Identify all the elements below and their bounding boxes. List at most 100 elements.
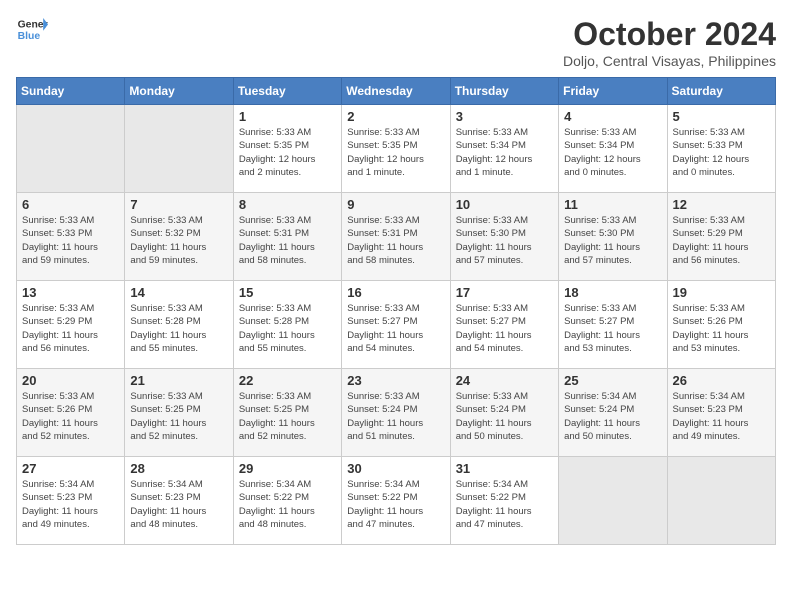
day-number: 30	[347, 461, 444, 476]
calendar-cell: 26 Sunrise: 5:34 AM Sunset: 5:23 PM Dayli…	[667, 369, 775, 457]
calendar-cell: 7 Sunrise: 5:33 AM Sunset: 5:32 PM Daylig…	[125, 193, 233, 281]
calendar-cell: 11Sunrise: 5:33 AM Sunset: 5:30 PM Dayli…	[559, 193, 667, 281]
header-cell-monday: Monday	[125, 78, 233, 105]
calendar-cell: 19Sunrise: 5:33 AM Sunset: 5:26 PM Dayli…	[667, 281, 775, 369]
header-cell-sunday: Sunday	[17, 78, 125, 105]
day-info: Sunrise: 5:33 AM Sunset: 5:28 PM Dayligh…	[130, 302, 227, 355]
page-header: General Blue October 2024 Doljo, Central…	[16, 16, 776, 69]
day-number: 18	[564, 285, 661, 300]
calendar-cell: 1 Sunrise: 5:33 AM Sunset: 5:35 PM Daylig…	[233, 105, 341, 193]
calendar-table: SundayMondayTuesdayWednesdayThursdayFrid…	[16, 77, 776, 545]
calendar-cell: 31Sunrise: 5:34 AM Sunset: 5:22 PM Dayli…	[450, 457, 558, 545]
day-number: 19	[673, 285, 770, 300]
day-info: Sunrise: 5:33 AM Sunset: 5:34 PM Dayligh…	[564, 126, 661, 179]
day-number: 2	[347, 109, 444, 124]
calendar-cell: 24Sunrise: 5:33 AM Sunset: 5:24 PM Dayli…	[450, 369, 558, 457]
header-cell-friday: Friday	[559, 78, 667, 105]
calendar-cell: 9Sunrise: 5:33 AM Sunset: 5:31 PM Daylig…	[342, 193, 450, 281]
day-info: Sunrise: 5:34 AM Sunset: 5:24 PM Dayligh…	[564, 390, 661, 443]
day-info: Sunrise: 5:33 AM Sunset: 5:32 PM Dayligh…	[130, 214, 227, 267]
logo-icon: General Blue	[16, 16, 48, 44]
day-number: 10	[456, 197, 553, 212]
calendar-cell: 22 Sunrise: 5:33 AM Sunset: 5:25 PM Dayli…	[233, 369, 341, 457]
month-title: October 2024	[563, 16, 776, 53]
week-row-0: 1 Sunrise: 5:33 AM Sunset: 5:35 PM Daylig…	[17, 105, 776, 193]
calendar-cell: 3 Sunrise: 5:33 AM Sunset: 5:34 PM Daylig…	[450, 105, 558, 193]
day-info: Sunrise: 5:33 AM Sunset: 5:29 PM Dayligh…	[22, 302, 119, 355]
day-number: 29	[239, 461, 336, 476]
week-row-4: 27 Sunrise: 5:34 AM Sunset: 5:23 PM Dayli…	[17, 457, 776, 545]
day-number: 1	[239, 109, 336, 124]
day-info: Sunrise: 5:33 AM Sunset: 5:35 PM Dayligh…	[239, 126, 336, 179]
calendar-cell: 2 Sunrise: 5:33 AM Sunset: 5:35 PM Daylig…	[342, 105, 450, 193]
calendar-cell: 20 Sunrise: 5:33 AM Sunset: 5:26 PM Dayli…	[17, 369, 125, 457]
day-info: Sunrise: 5:33 AM Sunset: 5:33 PM Dayligh…	[673, 126, 770, 179]
day-number: 26	[673, 373, 770, 388]
calendar-header: SundayMondayTuesdayWednesdayThursdayFrid…	[17, 78, 776, 105]
calendar-cell: 12Sunrise: 5:33 AM Sunset: 5:29 PM Dayli…	[667, 193, 775, 281]
header-cell-thursday: Thursday	[450, 78, 558, 105]
header-cell-tuesday: Tuesday	[233, 78, 341, 105]
day-number: 21	[130, 373, 227, 388]
day-number: 22	[239, 373, 336, 388]
logo: General Blue	[16, 16, 48, 44]
day-info: Sunrise: 5:33 AM Sunset: 5:35 PM Dayligh…	[347, 126, 444, 179]
calendar-cell: 14 Sunrise: 5:33 AM Sunset: 5:28 PM Dayli…	[125, 281, 233, 369]
day-number: 25	[564, 373, 661, 388]
day-info: Sunrise: 5:33 AM Sunset: 5:34 PM Dayligh…	[456, 126, 553, 179]
calendar-cell: 21Sunrise: 5:33 AM Sunset: 5:25 PM Dayli…	[125, 369, 233, 457]
day-number: 23	[347, 373, 444, 388]
day-info: Sunrise: 5:33 AM Sunset: 5:33 PM Dayligh…	[22, 214, 119, 267]
calendar-cell: 6 Sunrise: 5:33 AM Sunset: 5:33 PM Daylig…	[17, 193, 125, 281]
calendar-cell: 8Sunrise: 5:33 AM Sunset: 5:31 PM Daylig…	[233, 193, 341, 281]
day-number: 13	[22, 285, 119, 300]
calendar-cell	[17, 105, 125, 193]
day-info: Sunrise: 5:34 AM Sunset: 5:23 PM Dayligh…	[130, 478, 227, 531]
day-number: 15	[239, 285, 336, 300]
day-number: 14	[130, 285, 227, 300]
calendar-cell: 25 Sunrise: 5:34 AM Sunset: 5:24 PM Dayli…	[559, 369, 667, 457]
day-number: 8	[239, 197, 336, 212]
day-number: 20	[22, 373, 119, 388]
calendar-cell: 15Sunrise: 5:33 AM Sunset: 5:28 PM Dayli…	[233, 281, 341, 369]
week-row-2: 13 Sunrise: 5:33 AM Sunset: 5:29 PM Dayli…	[17, 281, 776, 369]
calendar-cell	[559, 457, 667, 545]
day-number: 28	[130, 461, 227, 476]
svg-text:Blue: Blue	[18, 31, 41, 42]
day-info: Sunrise: 5:33 AM Sunset: 5:27 PM Dayligh…	[347, 302, 444, 355]
day-info: Sunrise: 5:33 AM Sunset: 5:26 PM Dayligh…	[22, 390, 119, 443]
calendar-cell: 16 Sunrise: 5:33 AM Sunset: 5:27 PM Dayli…	[342, 281, 450, 369]
day-info: Sunrise: 5:34 AM Sunset: 5:23 PM Dayligh…	[22, 478, 119, 531]
calendar-cell: 13 Sunrise: 5:33 AM Sunset: 5:29 PM Dayli…	[17, 281, 125, 369]
calendar-cell: 18 Sunrise: 5:33 AM Sunset: 5:27 PM Dayli…	[559, 281, 667, 369]
day-info: Sunrise: 5:34 AM Sunset: 5:22 PM Dayligh…	[239, 478, 336, 531]
day-number: 16	[347, 285, 444, 300]
header-row: SundayMondayTuesdayWednesdayThursdayFrid…	[17, 78, 776, 105]
day-info: Sunrise: 5:33 AM Sunset: 5:27 PM Dayligh…	[564, 302, 661, 355]
day-info: Sunrise: 5:33 AM Sunset: 5:24 PM Dayligh…	[347, 390, 444, 443]
day-number: 4	[564, 109, 661, 124]
day-info: Sunrise: 5:33 AM Sunset: 5:25 PM Dayligh…	[239, 390, 336, 443]
title-block: October 2024 Doljo, Central Visayas, Phi…	[563, 16, 776, 69]
day-number: 24	[456, 373, 553, 388]
calendar-body: 1 Sunrise: 5:33 AM Sunset: 5:35 PM Daylig…	[17, 105, 776, 545]
day-number: 27	[22, 461, 119, 476]
week-row-3: 20 Sunrise: 5:33 AM Sunset: 5:26 PM Dayli…	[17, 369, 776, 457]
day-number: 6	[22, 197, 119, 212]
header-cell-wednesday: Wednesday	[342, 78, 450, 105]
calendar-cell: 17 Sunrise: 5:33 AM Sunset: 5:27 PM Dayli…	[450, 281, 558, 369]
day-info: Sunrise: 5:34 AM Sunset: 5:23 PM Dayligh…	[673, 390, 770, 443]
calendar-cell: 5Sunrise: 5:33 AM Sunset: 5:33 PM Daylig…	[667, 105, 775, 193]
day-info: Sunrise: 5:33 AM Sunset: 5:30 PM Dayligh…	[564, 214, 661, 267]
calendar-cell: 28 Sunrise: 5:34 AM Sunset: 5:23 PM Dayli…	[125, 457, 233, 545]
day-info: Sunrise: 5:34 AM Sunset: 5:22 PM Dayligh…	[456, 478, 553, 531]
week-row-1: 6 Sunrise: 5:33 AM Sunset: 5:33 PM Daylig…	[17, 193, 776, 281]
day-number: 3	[456, 109, 553, 124]
day-info: Sunrise: 5:33 AM Sunset: 5:27 PM Dayligh…	[456, 302, 553, 355]
calendar-cell: 29 Sunrise: 5:34 AM Sunset: 5:22 PM Dayli…	[233, 457, 341, 545]
day-number: 7	[130, 197, 227, 212]
day-info: Sunrise: 5:33 AM Sunset: 5:30 PM Dayligh…	[456, 214, 553, 267]
location-subtitle: Doljo, Central Visayas, Philippines	[563, 53, 776, 69]
day-number: 17	[456, 285, 553, 300]
calendar-cell	[125, 105, 233, 193]
